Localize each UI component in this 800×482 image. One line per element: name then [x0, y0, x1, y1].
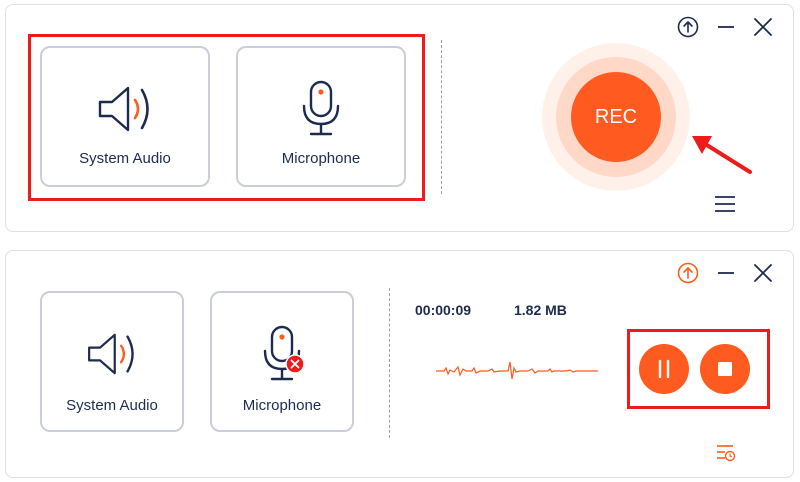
panel-divider — [441, 40, 442, 194]
stop-icon — [718, 362, 732, 376]
microphone-icon — [238, 78, 404, 140]
panel-divider — [389, 288, 390, 438]
pause-icon — [658, 359, 670, 379]
system-audio-label: System Audio — [79, 150, 171, 167]
hamburger-menu-icon[interactable] — [713, 194, 737, 219]
minimize-icon[interactable] — [716, 16, 736, 43]
pause-button[interactable] — [639, 344, 689, 394]
microphone-label: Microphone — [242, 397, 322, 414]
microphone-muted-icon — [212, 323, 352, 385]
upload-circle-icon[interactable] — [677, 262, 699, 289]
microphone-toggle[interactable]: Microphone — [236, 46, 406, 187]
system-audio-toggle[interactable]: System Audio — [40, 291, 184, 432]
elapsed-time: 00:00:09 — [415, 302, 472, 318]
rec-button[interactable]: REC — [571, 72, 661, 162]
microphone-toggle[interactable]: Microphone — [210, 291, 354, 432]
microphone-label: Microphone — [281, 150, 361, 167]
speaker-icon — [42, 80, 208, 138]
audio-waveform — [436, 356, 598, 391]
annotation-arrow — [688, 128, 758, 183]
minimize-icon[interactable] — [716, 262, 736, 289]
file-size: 1.82 MB — [514, 302, 567, 318]
task-schedule-icon[interactable] — [715, 442, 737, 467]
system-audio-label: System Audio — [66, 397, 158, 414]
system-audio-toggle[interactable]: System Audio — [40, 46, 210, 187]
stop-button[interactable] — [700, 344, 750, 394]
close-icon[interactable] — [752, 16, 774, 43]
speaker-icon — [42, 327, 182, 381]
close-icon[interactable] — [752, 262, 774, 289]
upload-circle-icon[interactable] — [677, 16, 699, 43]
